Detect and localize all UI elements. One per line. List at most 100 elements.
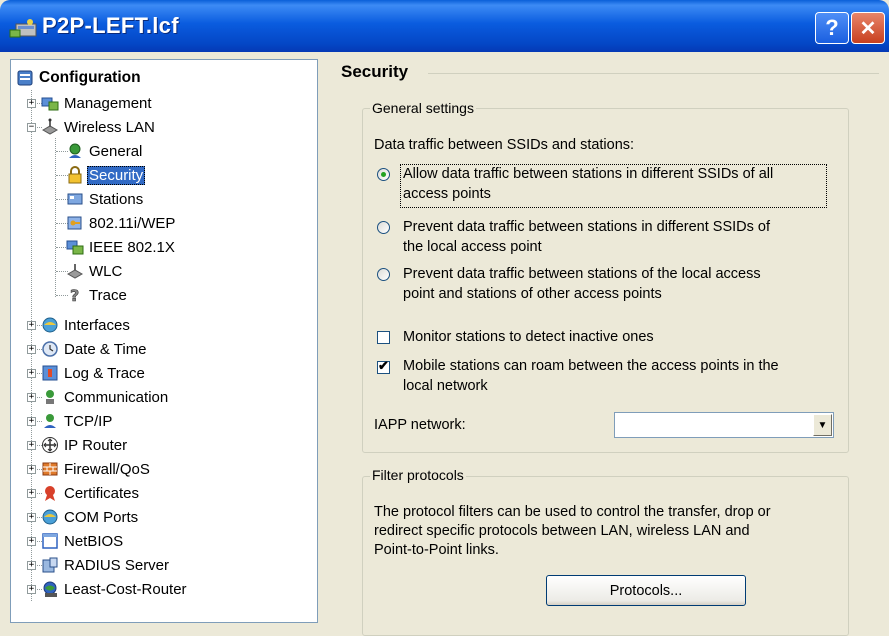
radio-prevent-stations-line2: point and stations of other access point… (403, 286, 662, 302)
expand-icon[interactable]: + (27, 513, 36, 522)
tree-item-management[interactable]: + Management (11, 91, 311, 115)
radio-prevent-ssid-line1: Prevent data traffic between stations in… (403, 219, 771, 235)
tree-item-wlc[interactable]: WLC (11, 259, 311, 283)
tree-item-general[interactable]: General (11, 139, 311, 163)
tree-item-wireless-lan[interactable]: − Wireless LAN (11, 115, 311, 139)
tree-item-least-cost-router[interactable]: + Least-Cost-Router (11, 577, 311, 601)
wireless-lan-icon (41, 118, 59, 135)
radio-allow-line2: access points (403, 186, 491, 202)
monitor-label: Monitor stations to detect inactive ones (403, 329, 654, 345)
tree-item-label: Trace (89, 286, 127, 304)
tree-item-label: TCP/IP (64, 412, 113, 430)
expand-icon[interactable]: + (27, 369, 36, 378)
tree-item-label: General (89, 142, 143, 160)
tree-item-label: COM Ports (64, 508, 139, 526)
expand-icon[interactable]: + (27, 585, 36, 594)
tree-item-label: WLC (89, 262, 123, 280)
radio-prevent-stations-circle[interactable] (377, 268, 390, 281)
clock-icon (42, 341, 58, 357)
tree-item-netbios[interactable]: + NetBIOS (11, 529, 311, 553)
firewall-icon (42, 462, 58, 476)
filter-desc-line3: Point-to-Point links. (374, 542, 499, 558)
chevron-down-icon: ▼ (817, 419, 828, 431)
log-icon (42, 365, 58, 381)
globe-user-icon (69, 143, 81, 158)
radius-server-icon (42, 557, 58, 573)
expand-icon[interactable]: + (27, 345, 36, 354)
expand-icon[interactable]: + (27, 321, 36, 330)
tree-item-log-trace[interactable]: + Log & Trace (11, 361, 311, 385)
expand-icon[interactable]: + (27, 489, 36, 498)
protocols-button[interactable]: Protocols... (546, 575, 746, 606)
window: P2P-LEFT.lcf ? ✕ Configuration + Managem… (0, 0, 889, 636)
close-button[interactable]: ✕ (851, 12, 885, 44)
expand-icon[interactable]: + (27, 417, 36, 426)
tree-item-stations[interactable]: Stations (11, 187, 311, 211)
tree-item-label: Certificates (64, 484, 140, 502)
tree-item-com-ports[interactable]: + COM Ports (11, 505, 311, 529)
tcpip-icon (44, 414, 56, 428)
collapse-icon[interactable]: − (27, 123, 36, 132)
tree-item-ip-router[interactable]: + IP Router (11, 433, 311, 457)
tree-item-label: Communication (64, 388, 169, 406)
tree-item-interfaces[interactable]: + Interfaces (11, 313, 311, 337)
roam-line2: local network (403, 378, 488, 394)
help-icon: ? (825, 15, 839, 40)
roam-line1: Mobile stations can roam between the acc… (403, 358, 779, 374)
tree-item-label: IP Router (64, 436, 128, 454)
expand-icon[interactable]: + (27, 393, 36, 402)
tree-item-label: Stations (89, 190, 144, 208)
tree-item-communication[interactable]: + Communication (11, 385, 311, 409)
close-icon: ✕ (859, 17, 877, 40)
traffic-label: Data traffic between SSIDs and stations: (374, 137, 635, 153)
tree-item-trace[interactable]: ? Trace (11, 283, 311, 307)
lock-icon (68, 166, 82, 184)
radio-allow-line1: Allow data traffic between stations in d… (403, 166, 774, 182)
tree-item-label: Least-Cost-Router (64, 580, 187, 598)
dropdown-button[interactable]: ▼ (813, 414, 832, 436)
tree-item-date-time[interactable]: + Date & Time (11, 337, 311, 361)
configuration-tree[interactable]: Configuration + Management − Wireless LA… (10, 59, 318, 623)
communication-icon (46, 390, 54, 404)
least-cost-router-icon (43, 581, 57, 597)
expand-icon[interactable]: + (27, 561, 36, 570)
key-icon (67, 216, 82, 230)
certificate-icon (45, 486, 55, 501)
expand-icon[interactable]: + (27, 99, 36, 108)
expand-icon[interactable]: + (27, 465, 36, 474)
tree-item-certificates[interactable]: + Certificates (11, 481, 311, 505)
radio-prevent-ssid-circle[interactable] (377, 221, 390, 234)
question-icon: ? (70, 286, 80, 304)
filter-desc-line1: The protocol filters can be used to cont… (374, 504, 771, 520)
tree-item-firewall-qos[interactable]: + Firewall/QoS (11, 457, 311, 481)
wlc-icon (66, 264, 84, 279)
radio-allow-traffic-circle[interactable] (377, 168, 390, 181)
roam-checkbox-box[interactable]: ✔ (377, 358, 390, 374)
management-icon (41, 97, 59, 111)
tree-item-label: Log & Trace (64, 364, 145, 382)
tree-item-ieee-8021x[interactable]: IEEE 802.1X (11, 235, 311, 259)
help-button[interactable]: ? (815, 12, 849, 44)
tree-item-security[interactable]: Security (11, 163, 311, 187)
monitor-checkbox-box[interactable] (377, 331, 390, 344)
expand-icon[interactable]: + (27, 441, 36, 450)
tree-item-label: Date & Time (64, 340, 147, 358)
tree-root-label: Configuration (39, 69, 141, 86)
com-ports-icon (42, 509, 58, 525)
tree-item-tcpip[interactable]: + TCP/IP (11, 409, 311, 433)
iapp-network-select[interactable]: ▼ (614, 412, 834, 438)
tree-item-80211i-wep[interactable]: 802.11i/WEP (11, 211, 311, 235)
tree-item-radius-server[interactable]: + RADIUS Server (11, 553, 311, 577)
expand-icon[interactable]: + (27, 537, 36, 546)
section-separator (428, 73, 879, 74)
title-bar[interactable]: P2P-LEFT.lcf ? ✕ (0, 0, 889, 52)
tree-item-label: IEEE 802.1X (89, 238, 175, 256)
netbios-icon (42, 533, 58, 549)
tree-root[interactable]: Configuration (11, 66, 311, 90)
section-title: Security (341, 62, 412, 82)
general-settings-legend: General settings (370, 100, 476, 116)
radio-prevent-ssid-line2: the local access point (403, 239, 542, 255)
configuration-icon (17, 70, 33, 86)
radio-prevent-stations-line1: Prevent data traffic between stations of… (403, 266, 761, 282)
tree-item-label: Management (64, 94, 152, 112)
